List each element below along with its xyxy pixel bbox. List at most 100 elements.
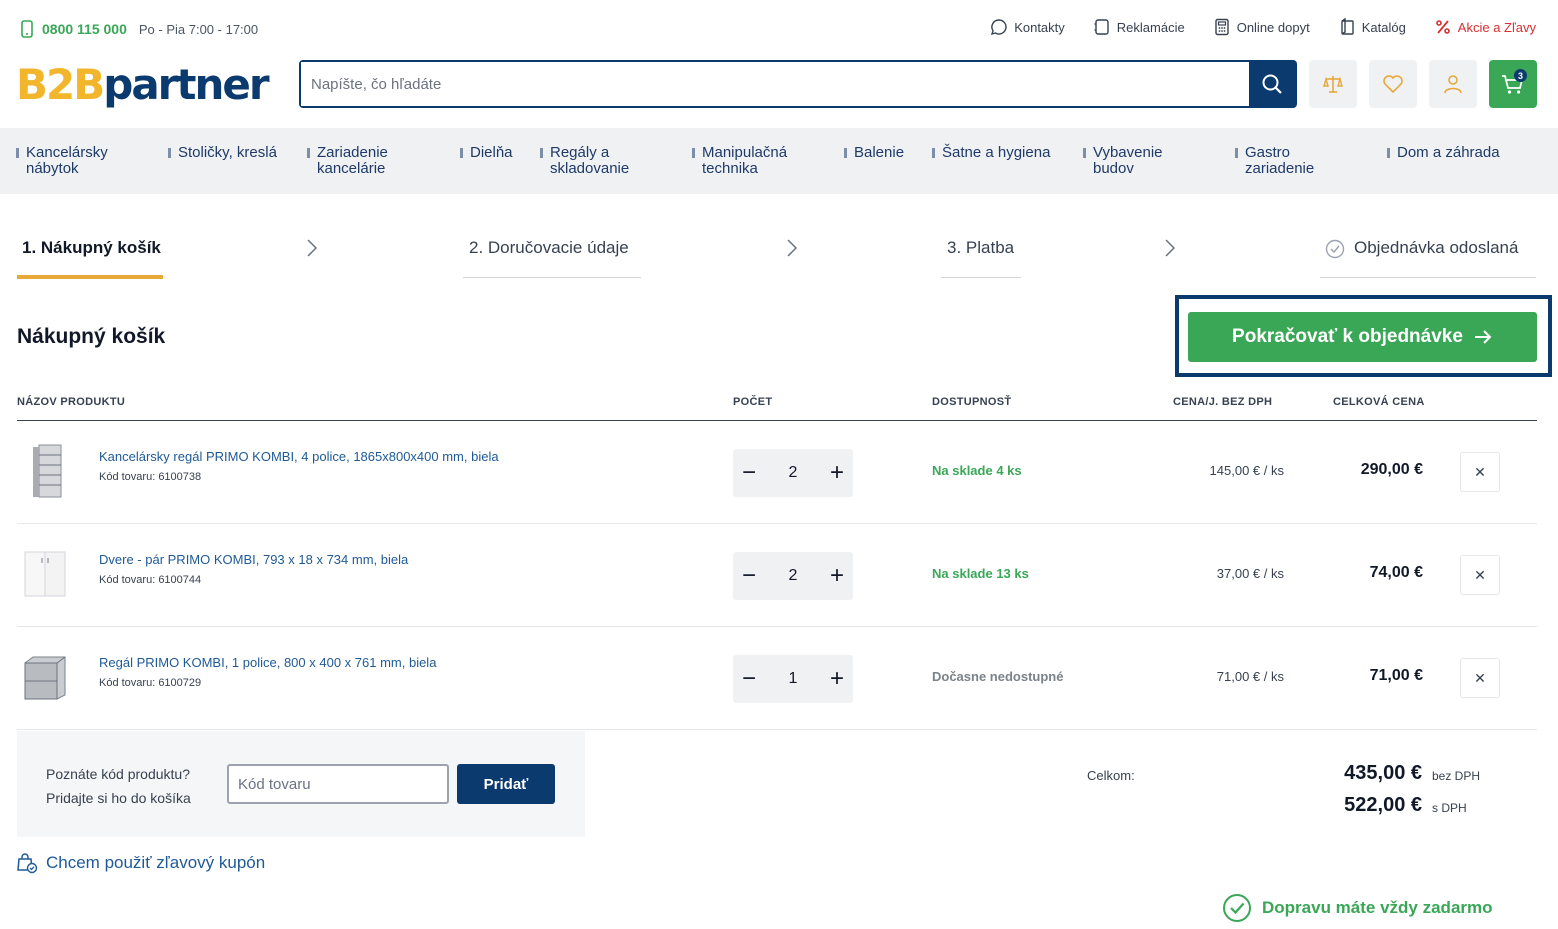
nav-item-workshop[interactable]: Dielňa bbox=[460, 145, 530, 161]
step-cart-underline bbox=[17, 275, 163, 279]
coupon-link[interactable]: Chcem použiť zľavový kupón bbox=[16, 852, 265, 874]
wishlist-button[interactable] bbox=[1369, 60, 1417, 108]
col-header-total: CELKOVÁ CENA bbox=[1333, 396, 1425, 408]
add-product-button[interactable]: Pridať bbox=[457, 764, 555, 804]
account-button[interactable] bbox=[1429, 60, 1477, 108]
step-cart[interactable]: 1. Nákupný košík bbox=[22, 238, 161, 277]
cart-row: Kancelársky regál PRIMO KOMBI, 4 police,… bbox=[17, 421, 1537, 524]
check-circle-icon bbox=[1223, 894, 1251, 922]
product-image bbox=[24, 656, 66, 700]
sales-label: Akcie a Zľavy bbox=[1457, 19, 1536, 35]
quantity-stepper: − 1 + bbox=[733, 655, 853, 703]
product-name-link[interactable]: Regál PRIMO KOMBI, 1 police, 800 x 400 x… bbox=[99, 655, 436, 670]
compare-button[interactable] bbox=[1309, 60, 1357, 108]
remove-item-button[interactable]: ✕ bbox=[1460, 452, 1500, 492]
complaints-link[interactable]: Reklamácie bbox=[1093, 18, 1185, 36]
quantity-value[interactable]: 1 bbox=[789, 670, 798, 688]
availability-status: Na sklade 13 ks bbox=[932, 566, 1029, 581]
product-image bbox=[24, 551, 66, 597]
unit-price: 37,00 € / ks bbox=[1216, 566, 1284, 581]
decrease-quantity-button[interactable]: − bbox=[739, 667, 759, 691]
decrease-quantity-button[interactable]: − bbox=[739, 564, 759, 588]
availability-status: Dočasne nedostupné bbox=[932, 669, 1064, 684]
quantity-value[interactable]: 2 bbox=[789, 567, 798, 585]
search-input[interactable] bbox=[301, 62, 1249, 106]
catalog-link[interactable]: Katalóg bbox=[1338, 18, 1406, 36]
row-total-price: 290,00 € bbox=[1360, 461, 1423, 478]
contacts-link[interactable]: Kontakty bbox=[990, 18, 1065, 36]
phone-number[interactable]: 0800 115 000 bbox=[42, 21, 127, 37]
chevron-right-icon bbox=[787, 239, 798, 257]
add-by-code-label: Poznáte kód produktu? Pridajte si ho do … bbox=[46, 762, 191, 810]
without-vat-note: bez DPH bbox=[1432, 769, 1481, 783]
cart-button[interactable]: 3 bbox=[1489, 60, 1537, 108]
check-circle-icon bbox=[1325, 239, 1345, 259]
shopping-bag-check-icon bbox=[17, 853, 38, 874]
top-links: Kontakty Reklamácie Online dopyt Katalóg… bbox=[990, 18, 1536, 36]
step-delivery[interactable]: 2. Doručovacie údaje bbox=[469, 238, 629, 277]
coupon-label: Chcem použiť zľavový kupón bbox=[46, 853, 266, 872]
nav-item-shelving[interactable]: Regály a skladovanie bbox=[540, 145, 650, 177]
phone-contact[interactable]: 0800 115 000 Po - Pia 7:00 - 17:00 bbox=[18, 20, 258, 38]
nav-item-building-equipment[interactable]: Vybavenie budov bbox=[1083, 145, 1193, 177]
heart-icon bbox=[1383, 75, 1403, 94]
quantity-stepper: − 2 + bbox=[733, 552, 853, 600]
page-title: Nákupný košík bbox=[17, 325, 166, 348]
online-inquiry-link[interactable]: Online dopyt bbox=[1213, 18, 1310, 36]
increase-quantity-button[interactable]: + bbox=[827, 461, 847, 485]
col-header-quantity: POČET bbox=[733, 396, 773, 408]
product-code-input[interactable] bbox=[227, 764, 449, 804]
nav-item-office-equipment[interactable]: Zariadenie kancelárie bbox=[307, 145, 427, 177]
continue-label: Pokračovať k objednávke bbox=[1232, 326, 1463, 347]
online-inquiry-label: Online dopyt bbox=[1236, 19, 1310, 35]
increase-quantity-button[interactable]: + bbox=[827, 564, 847, 588]
nav-item-gastro[interactable]: Gastro zariadenie bbox=[1235, 145, 1345, 177]
nav-item-office-furniture[interactable]: Kancelársky nábytok bbox=[16, 145, 136, 177]
step-payment-underline bbox=[941, 277, 1021, 278]
nav-item-home-garden[interactable]: Dom a záhrada bbox=[1387, 145, 1527, 161]
close-icon: ✕ bbox=[1474, 566, 1486, 583]
step-payment[interactable]: 3. Platba bbox=[947, 238, 1014, 277]
increase-quantity-button[interactable]: + bbox=[827, 667, 847, 691]
total-without-vat: 435,00 € bbox=[1344, 762, 1422, 784]
decrease-quantity-button[interactable]: − bbox=[739, 461, 759, 485]
nav-item-chairs[interactable]: Stoličky, kreslá bbox=[168, 145, 298, 161]
sales-link[interactable]: Akcie a Zľavy bbox=[1434, 18, 1536, 36]
arrow-right-icon bbox=[1474, 330, 1492, 344]
remove-item-button[interactable]: ✕ bbox=[1460, 555, 1500, 595]
scales-icon bbox=[1323, 76, 1343, 93]
category-nav: Kancelársky nábytok Stoličky, kreslá Zar… bbox=[0, 128, 1558, 194]
add-by-code-label-line2: Pridajte si ho do košíka bbox=[46, 790, 191, 806]
chevron-right-icon bbox=[1165, 239, 1176, 257]
close-icon: ✕ bbox=[1474, 463, 1486, 480]
search-button[interactable] bbox=[1249, 62, 1295, 106]
add-by-code-label-line1: Poznáte kód produktu? bbox=[46, 766, 190, 782]
catalog-label: Katalóg bbox=[1361, 19, 1406, 35]
continue-to-order-button[interactable]: Pokračovať k objednávke bbox=[1188, 312, 1537, 362]
catalog-icon bbox=[1341, 18, 1354, 35]
add-by-code-panel: Poznáte kód produktu? Pridajte si ho do … bbox=[17, 731, 585, 837]
quantity-value[interactable]: 2 bbox=[789, 464, 798, 482]
with-vat-note: s DPH bbox=[1432, 801, 1467, 815]
nav-item-packaging[interactable]: Balenie bbox=[844, 145, 924, 161]
top-bar: 0800 115 000 Po - Pia 7:00 - 17:00 Konta… bbox=[0, 0, 1558, 56]
user-icon bbox=[1444, 75, 1462, 94]
step-delivery-underline bbox=[463, 277, 641, 278]
nav-item-handling[interactable]: Manipulačná technika bbox=[692, 145, 812, 177]
cart-row: Dvere - pár PRIMO KOMBI, 793 x 18 x 734 … bbox=[17, 524, 1537, 627]
unit-price: 71,00 € / ks bbox=[1216, 669, 1284, 684]
search-icon bbox=[1262, 74, 1282, 94]
row-total-price: 71,00 € bbox=[1369, 667, 1423, 684]
percent-icon bbox=[1435, 20, 1450, 34]
product-code: Kód tovaru: 6100744 bbox=[99, 574, 202, 586]
site-logo[interactable]: B2Bpartner bbox=[16, 62, 270, 108]
nav-item-lockers-hygiene[interactable]: Šatne a hygiena bbox=[932, 145, 1072, 161]
step-order-sent[interactable]: Objednávka odoslaná bbox=[1354, 238, 1518, 277]
availability-status: Na sklade 4 ks bbox=[932, 463, 1022, 478]
remove-item-button[interactable]: ✕ bbox=[1460, 658, 1500, 698]
product-name-link[interactable]: Dvere - pár PRIMO KOMBI, 793 x 18 x 734 … bbox=[99, 552, 408, 567]
free-shipping-label: Dopravu máte vždy zadarmo bbox=[1262, 898, 1493, 917]
contacts-label: Kontakty bbox=[1014, 19, 1065, 35]
product-name-link[interactable]: Kancelársky regál PRIMO KOMBI, 4 police,… bbox=[99, 449, 499, 464]
close-icon: ✕ bbox=[1474, 669, 1486, 686]
